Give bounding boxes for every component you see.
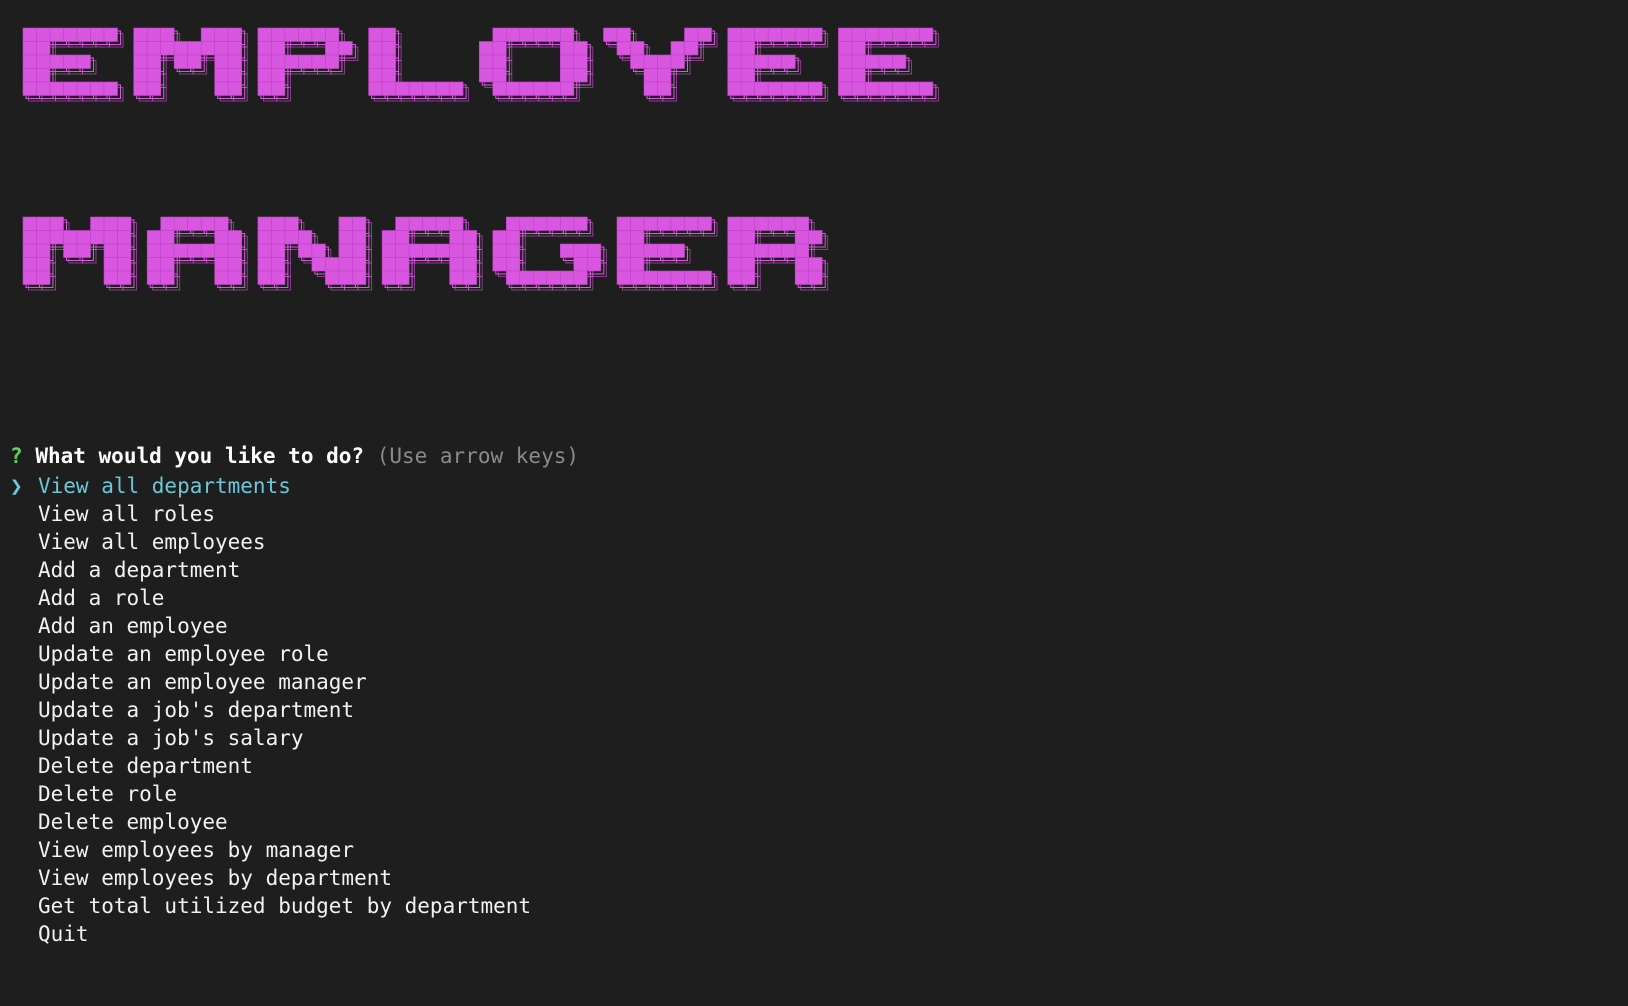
banner-letter-e — [838, 27, 939, 102]
pointer-icon — [10, 612, 38, 640]
pointer-icon — [10, 556, 38, 584]
menu-item-label: View all roles — [38, 502, 216, 526]
menu-list: ❯ View all departments View all roles View … — [10, 472, 531, 948]
pointer-icon — [10, 780, 38, 808]
menu-item-label: Delete department — [38, 754, 253, 778]
menu-item[interactable]: Update a job's salary — [10, 724, 531, 752]
pointer-icon — [10, 892, 38, 920]
menu-item[interactable]: View all roles — [10, 500, 531, 528]
prompt-question: What would you like to do? — [35, 444, 365, 468]
pointer-icon — [10, 696, 38, 724]
menu-item[interactable]: Add an employee — [10, 612, 531, 640]
menu-item-label: Update a job's salary — [38, 726, 304, 750]
menu-item-label: Delete employee — [38, 810, 228, 834]
banner-letter-o — [478, 27, 594, 102]
pointer-icon — [10, 724, 38, 752]
menu-item-label: Get total utilized budget by department — [38, 894, 532, 918]
banner-letter-y — [603, 27, 718, 102]
menu-item-label: View all departments — [38, 474, 291, 498]
pointer-icon — [10, 640, 38, 668]
pointer-icon — [10, 808, 38, 836]
banner-letter-r — [727, 216, 829, 291]
pointer-icon — [10, 500, 38, 528]
pointer-icon — [10, 836, 38, 864]
menu-item[interactable]: Get total utilized budget by department — [10, 892, 531, 920]
menu-item-label: View all employees — [38, 530, 266, 554]
menu-item-label: Update an employee role — [38, 642, 329, 666]
pointer-icon — [10, 668, 38, 696]
menu-item[interactable]: Delete employee — [10, 808, 531, 836]
menu-item-label: Update a job's department — [38, 698, 355, 722]
pointer-icon — [10, 752, 38, 780]
prompt-hint: (Use arrow keys) — [376, 444, 579, 468]
question-mark-icon: ? — [10, 444, 23, 468]
banner-letter-e — [616, 216, 718, 291]
banner-letter-l — [368, 27, 470, 102]
menu-item-label: Add a department — [38, 558, 241, 582]
pointer-icon: ❯ — [10, 474, 23, 498]
banner-letter-m — [22, 216, 137, 291]
banner-letter-n — [257, 216, 372, 291]
banner-letter-g — [492, 216, 607, 291]
ascii-banner — [22, 27, 939, 291]
menu-item[interactable]: View employees by department — [10, 864, 531, 892]
banner-letter-e — [22, 27, 124, 102]
pointer-icon — [10, 528, 38, 556]
banner-letter-a — [146, 216, 248, 291]
banner-letter-m — [133, 27, 248, 102]
menu-item[interactable]: View employees by manager — [10, 836, 531, 864]
pointer-icon — [10, 864, 38, 892]
banner-letter-p — [257, 27, 359, 102]
menu-item-label: Update an employee manager — [38, 670, 367, 694]
menu-item[interactable]: Delete department — [10, 752, 531, 780]
menu-item-label: Delete role — [38, 782, 178, 806]
menu-item[interactable]: View all employees — [10, 528, 531, 556]
menu-item-label: Quit — [38, 922, 89, 946]
menu-item[interactable]: Update an employee manager — [10, 668, 531, 696]
menu-item-label: View employees by department — [38, 866, 393, 890]
prompt-line: ? What would you like to do? (Use arrow … — [10, 442, 579, 470]
menu-item[interactable]: Update an employee role — [10, 640, 531, 668]
menu-item[interactable]: Quit — [10, 920, 531, 948]
banner-letter-a — [381, 216, 483, 291]
menu-item[interactable]: ❯ View all departments — [10, 472, 531, 500]
menu-item[interactable]: Update a job's department — [10, 696, 531, 724]
pointer-icon — [10, 920, 38, 948]
menu-item[interactable]: Add a role — [10, 584, 531, 612]
banner-letter-e — [727, 27, 829, 102]
menu-item-label: Add a role — [38, 586, 165, 610]
menu-item-label: Add an employee — [38, 614, 228, 638]
pointer-icon — [10, 584, 38, 612]
menu-item[interactable]: Add a department — [10, 556, 531, 584]
menu-item[interactable]: Delete role — [10, 780, 531, 808]
menu-item-label: View employees by manager — [38, 838, 355, 862]
